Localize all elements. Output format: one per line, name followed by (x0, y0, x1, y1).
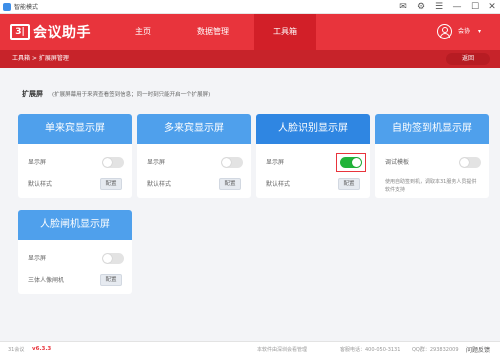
row-label: 三体人像闸机 (28, 277, 65, 284)
highlight-frame (336, 153, 366, 172)
section-description: (扩展屏幕用于来宾查看签到信息；同一时刻只能开启一个扩展屏) (52, 92, 211, 98)
card-title: 人脸闸机显示屏 (18, 210, 132, 240)
card-single-guest-display: 单来宾显示屏 显示屏 默认样式 配置 (18, 114, 132, 198)
chevron-down-icon[interactable]: ▾ (478, 14, 481, 50)
row-label: 显示屏 (28, 255, 47, 262)
logo-text: 会议助手 (33, 25, 91, 41)
card-row-debug: 调试模板 (385, 157, 481, 168)
nav-toolbox[interactable]: 工具箱 (254, 14, 316, 50)
window-titlebar: 智能模式 ✉ ⚙ ☰ — ☐ ✕ (0, 0, 500, 14)
config-button[interactable]: 配置 (219, 178, 241, 190)
config-button[interactable]: 配置 (100, 274, 122, 286)
config-button[interactable]: 配置 (338, 178, 360, 190)
nav-home[interactable]: 主页 (112, 14, 174, 50)
card-row-style: 默认样式 配置 (266, 178, 362, 190)
nav-data-management[interactable]: 数据管理 (182, 14, 244, 50)
row-label: 默认样式 (28, 181, 53, 188)
card-row-display: 显示屏 (28, 157, 124, 168)
row-label: 调试模板 (385, 159, 410, 166)
logo-mark: 3| (10, 24, 30, 40)
toggle-knob (460, 158, 469, 167)
card-title: 多来宾显示屏 (137, 114, 251, 144)
row-label: 显示屏 (28, 159, 47, 166)
card-face-gate-display: 人脸闸机显示屏 显示屏 三体人像闸机 配置 (18, 210, 132, 294)
card-row-style: 默认样式 配置 (28, 178, 124, 190)
card-title: 人脸识别显示屏 (256, 114, 370, 144)
breadcrumb: 工具箱 > 扩展屏管理 (12, 55, 69, 62)
card-title: 单来宾显示屏 (18, 114, 132, 144)
status-footer: 31会议 v6.3.3 本软件由深圳会看管理 客服电话：400-050-3131… (0, 341, 500, 358)
footer-qq: QQ群：293832009 (412, 347, 459, 353)
skin-icon[interactable]: ☰ (430, 0, 448, 14)
pin-icon[interactable]: ✉ (394, 0, 412, 14)
row-label: 显示屏 (147, 159, 166, 166)
user-avatar-icon[interactable] (437, 24, 452, 39)
card-face-recognition-display: 人脸识别显示屏 显示屏 默认样式 配置 (256, 114, 370, 198)
row-label: 默认样式 (147, 181, 172, 188)
toggle-knob (103, 158, 112, 167)
card-row-style: 默认样式 配置 (147, 178, 243, 190)
section-title: 扩展屏 (22, 90, 43, 98)
close-icon[interactable]: ✕ (483, 0, 500, 14)
card-multi-guest-display: 多来宾显示屏 显示屏 默认样式 配置 (137, 114, 251, 198)
app-header: 3| 会议助手 主页 数据管理 工具箱 会协 ▾ (0, 14, 500, 50)
config-button[interactable]: 配置 (100, 178, 122, 190)
row-label: 默认样式 (266, 181, 291, 188)
display-toggle[interactable] (459, 157, 481, 168)
display-toggle[interactable] (102, 253, 124, 264)
window-title: 智能模式 (14, 4, 39, 11)
card-row-display: 显示屏 (28, 253, 124, 264)
display-toggle[interactable] (221, 157, 243, 168)
app-logo: 3| 会议助手 (10, 23, 91, 41)
row-label: 显示屏 (266, 159, 285, 166)
card-title: 自助签到机显示屏 (375, 114, 489, 144)
footer-product: 31会议 (8, 347, 25, 353)
feedback-link[interactable]: 问题反馈 (466, 345, 490, 354)
user-name[interactable]: 会协 (458, 14, 470, 50)
toggle-knob (103, 254, 112, 263)
card-self-checkin-display: 自助签到机显示屏 调试模板 使用自助签到机，调取本31服务人员提供软件支持 (375, 114, 489, 198)
card-row-display: 显示屏 (147, 157, 243, 168)
minimize-icon[interactable]: — (448, 0, 466, 14)
maximize-icon[interactable]: ☐ (466, 0, 484, 14)
footer-phone: 客服电话：400-050-3131 (340, 347, 401, 353)
footer-version: v6.3.3 (32, 346, 52, 352)
back-button[interactable]: 返回 (446, 53, 490, 65)
card-row-style: 三体人像闸机 配置 (28, 274, 124, 286)
app-icon (3, 2, 11, 11)
card-description: 使用自助签到机，调取本31服务人员提供软件支持 (385, 179, 477, 193)
display-toggle[interactable] (102, 157, 124, 168)
toggle-knob (222, 158, 231, 167)
footer-company: 本软件由深圳会看管理 (257, 347, 308, 353)
breadcrumb-bar: 工具箱 > 扩展屏管理 返回 (0, 50, 500, 68)
settings-gear-icon[interactable]: ⚙ (412, 0, 430, 14)
card-row-display: 显示屏 (266, 153, 366, 172)
